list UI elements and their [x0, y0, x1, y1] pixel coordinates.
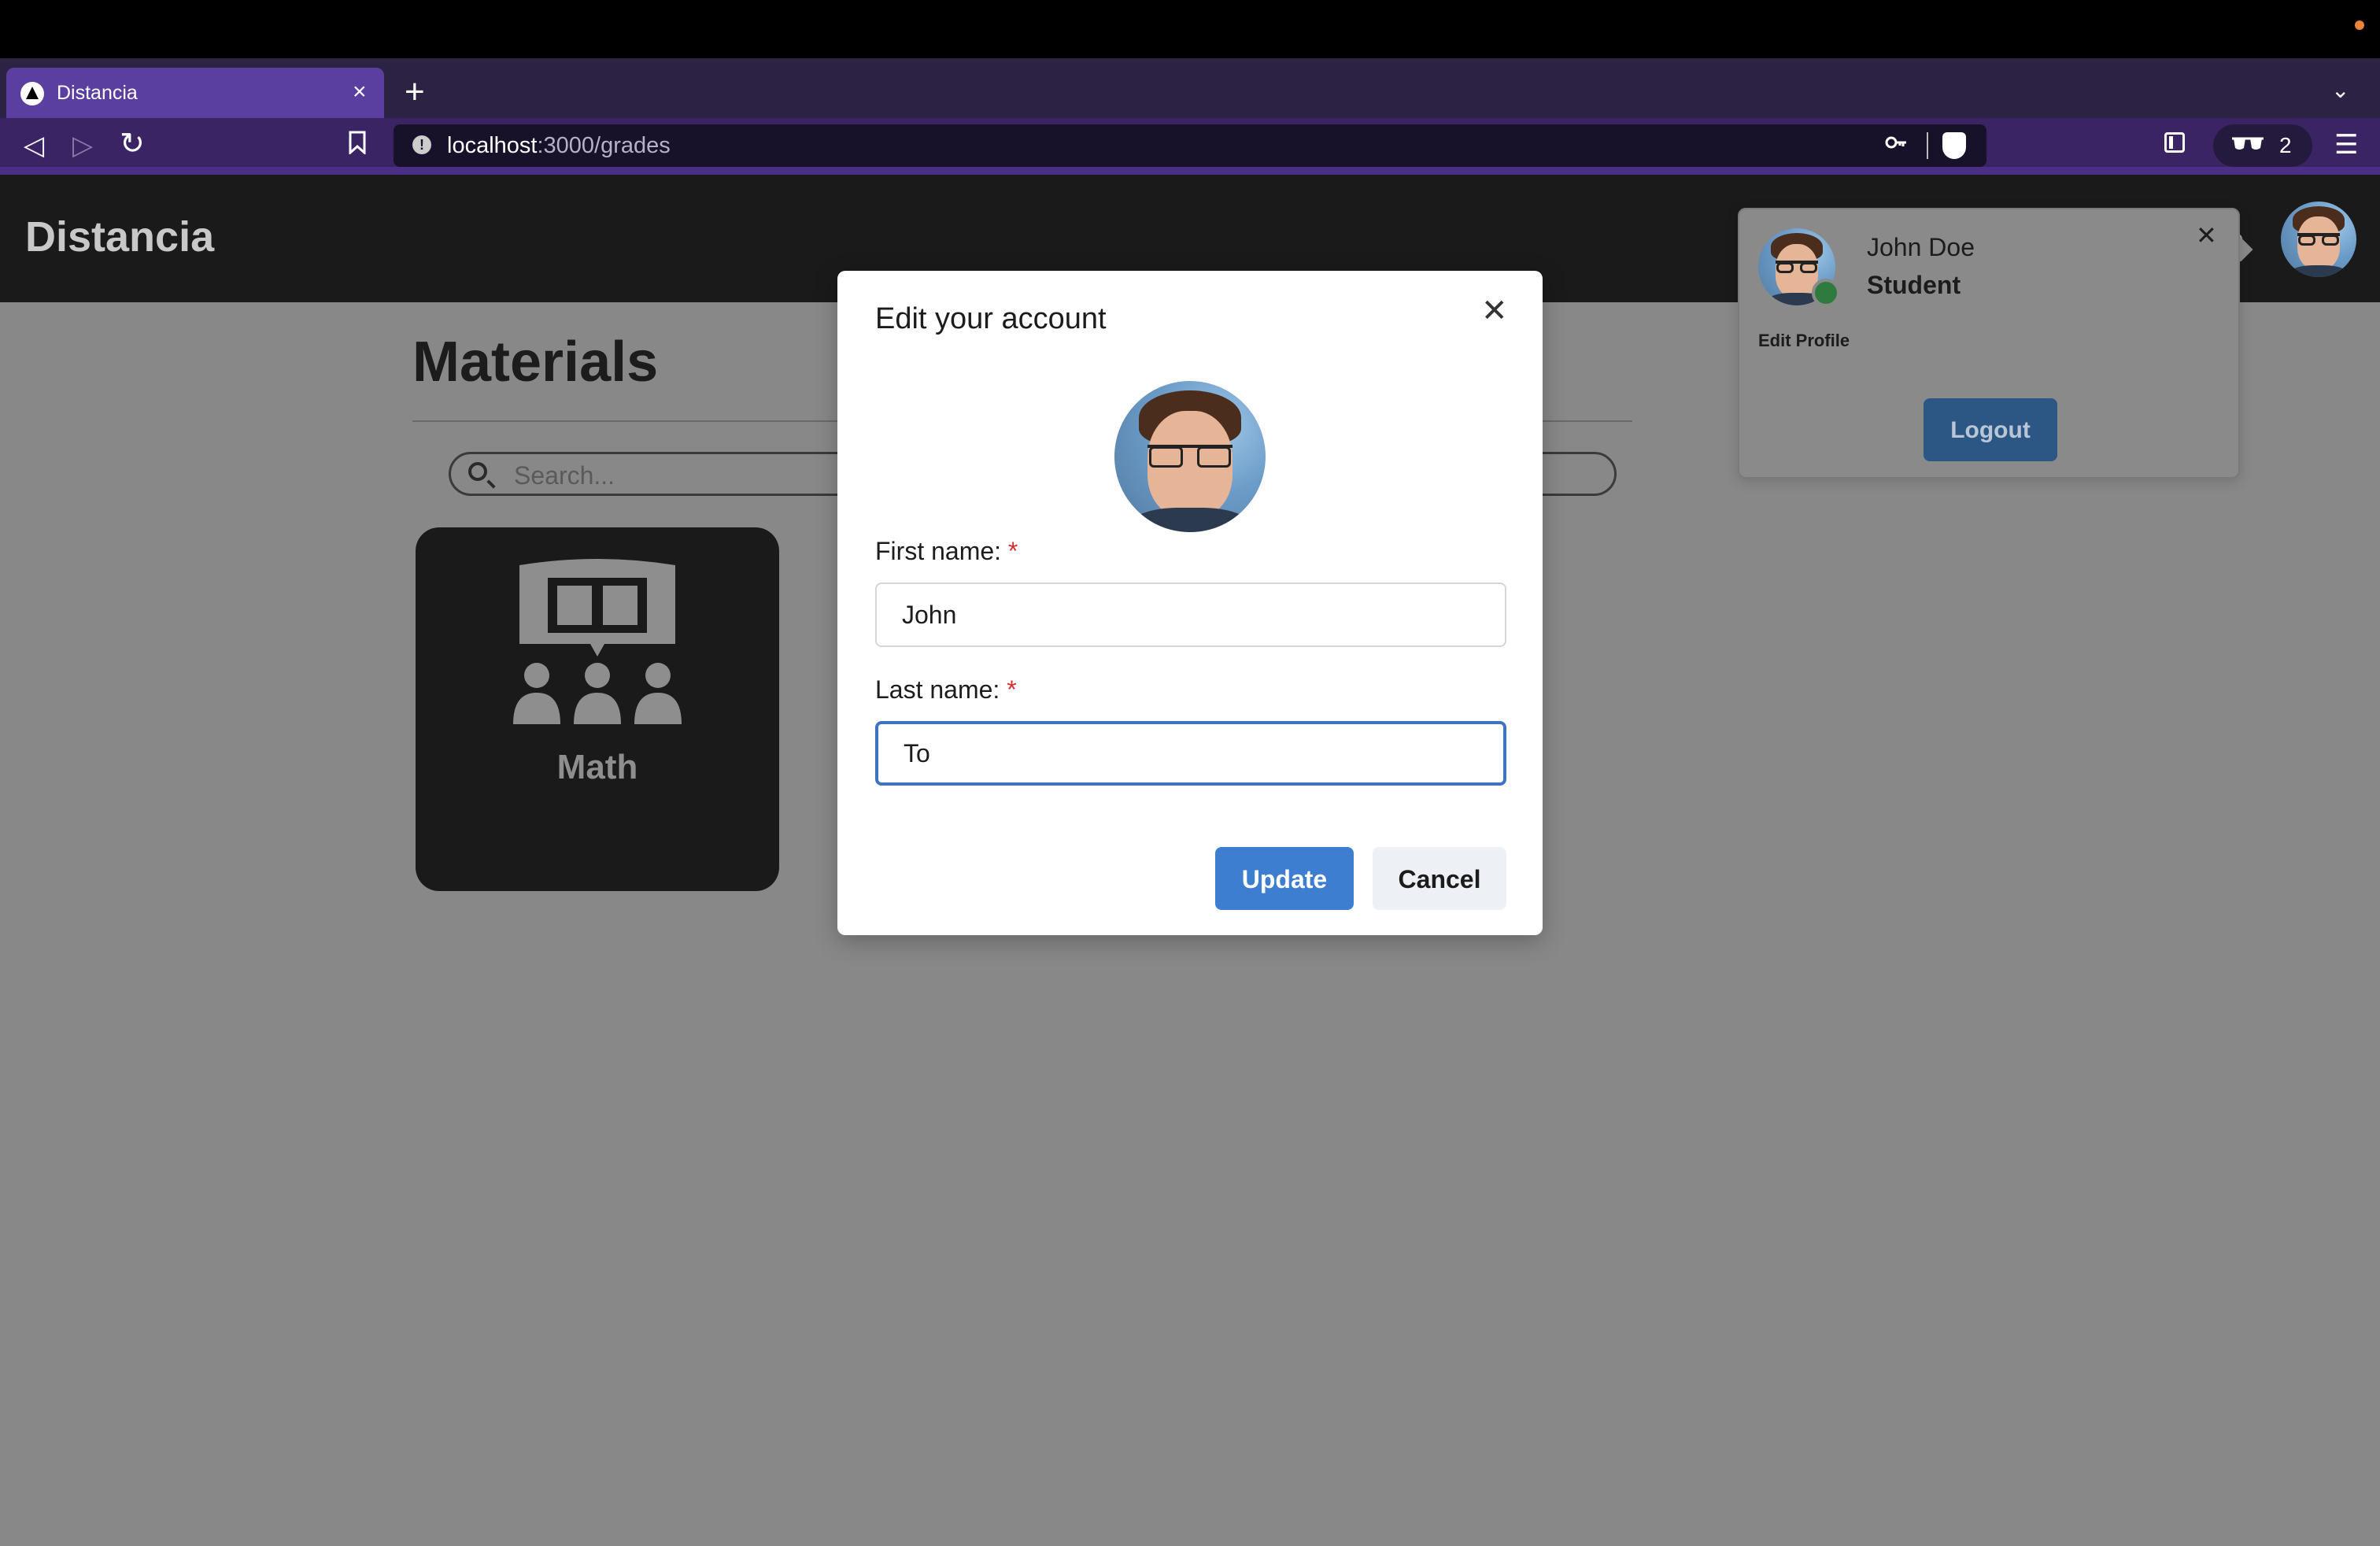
card-label: Math	[556, 748, 638, 786]
avatar[interactable]	[2281, 202, 2356, 277]
modal-title: Edit your account	[875, 302, 1107, 335]
address-bar[interactable]: ! localhost:3000/grades	[394, 124, 1986, 167]
logout-button[interactable]: Logout	[1924, 398, 2057, 461]
forward-icon[interactable]: ▷	[72, 130, 93, 161]
required-mark: *	[1007, 675, 1017, 704]
material-card[interactable]: Math	[416, 527, 779, 891]
os-top-bar	[0, 0, 2380, 58]
glasses-icon	[2230, 132, 2265, 161]
chevron-down-icon[interactable]: ⌄	[2331, 77, 2349, 103]
extension-count: 2	[2279, 133, 2292, 157]
required-mark: *	[1007, 537, 1018, 565]
classroom-icon	[508, 559, 686, 724]
last-name-field[interactable]	[875, 721, 1506, 786]
edit-profile-link[interactable]: Edit Profile	[1758, 329, 1850, 353]
key-icon[interactable]	[1884, 131, 1908, 161]
brand-logo[interactable]: Distancia	[25, 209, 214, 264]
close-icon[interactable]: ✕	[2196, 220, 2217, 250]
notification-dot	[2355, 20, 2364, 30]
sidebar-toggle-icon[interactable]	[2164, 132, 2185, 153]
page-title: Materials	[412, 331, 659, 394]
tab-title: Distancia	[57, 82, 138, 104]
reload-icon[interactable]: ↻	[120, 128, 145, 160]
browser-tab[interactable]: Distancia ×	[6, 68, 384, 118]
user-role: Student	[1867, 271, 1961, 299]
edit-account-modal: Edit your account ✕ First name: * Last n…	[837, 271, 1543, 935]
first-name-field[interactable]	[875, 583, 1506, 647]
cancel-button[interactable]: Cancel	[1373, 847, 1506, 910]
info-icon[interactable]: !	[412, 135, 431, 154]
last-name-label: Last name: *	[875, 675, 1017, 704]
update-button[interactable]: Update	[1215, 847, 1354, 910]
divider	[1927, 132, 1928, 159]
favicon-icon	[20, 82, 44, 105]
close-icon[interactable]: ✕	[1481, 291, 1508, 331]
extension-button[interactable]: 2	[2213, 124, 2312, 167]
brave-shield-icon[interactable]	[1942, 132, 1966, 159]
profile-popover: John Doe Student ✕ Edit Profile Logout	[1738, 208, 2240, 479]
url-text: localhost:3000/grades	[447, 133, 671, 158]
back-icon[interactable]: ◁	[24, 130, 44, 161]
user-name: John Doe	[1867, 233, 1975, 261]
tab-close-icon[interactable]: ×	[353, 79, 367, 105]
first-name-label: First name: *	[875, 537, 1018, 565]
menu-icon[interactable]: ☰	[2334, 129, 2358, 161]
bookmark-icon[interactable]	[348, 130, 367, 161]
new-tab-icon[interactable]: +	[405, 72, 425, 112]
online-status-badge	[1812, 279, 1840, 307]
profile-picture[interactable]	[1114, 381, 1266, 532]
search-icon	[468, 462, 487, 481]
toolbar-border	[0, 167, 2380, 175]
